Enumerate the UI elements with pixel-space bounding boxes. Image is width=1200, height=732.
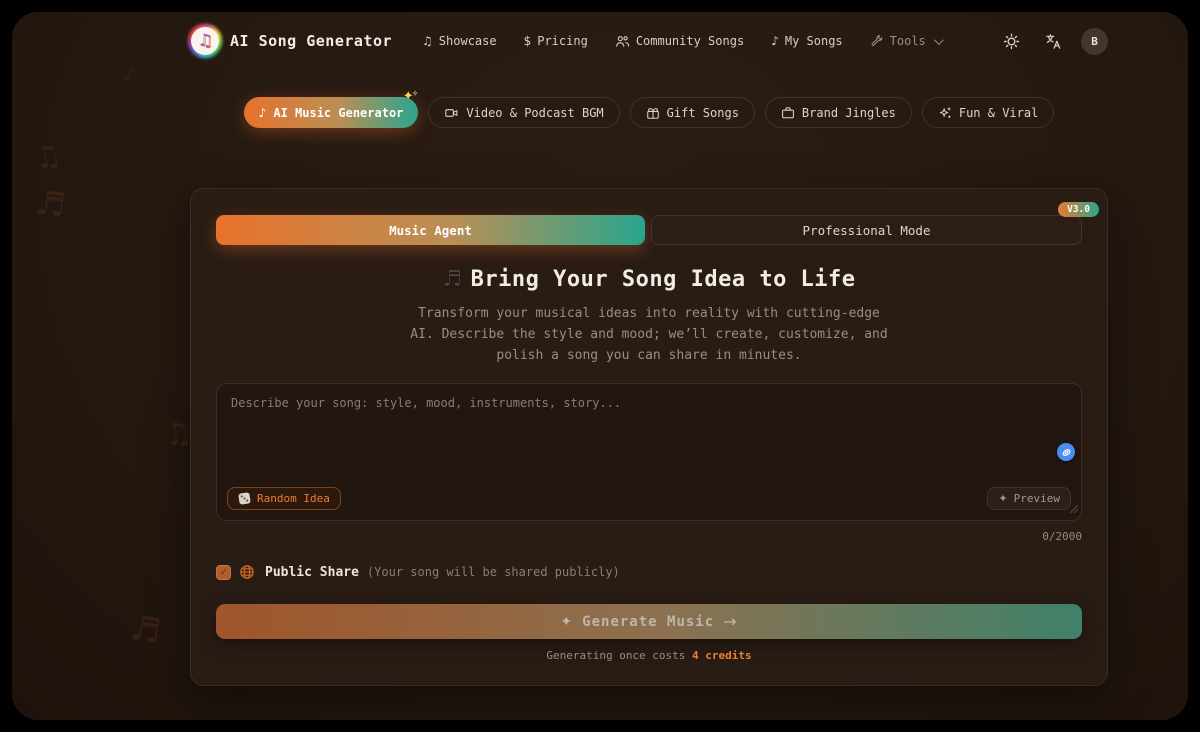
tab-ai-music-generator[interactable]: ♪ AI Music Generator ✦	[243, 89, 419, 128]
mode-button-music-agent[interactable]: Music Agent	[216, 215, 645, 245]
video-camera-icon	[444, 106, 459, 120]
music-note-icon: ♬	[442, 267, 463, 292]
nav-label: Community Songs	[635, 34, 745, 48]
sparkles-icon	[938, 106, 952, 120]
tab-brand-jingles[interactable]: Brand Jingles	[764, 97, 912, 128]
tab-gift-songs[interactable]: Gift Songs	[629, 97, 755, 128]
tab-label: AI Music Generator	[273, 105, 404, 120]
mode-toggle: Music Agent Professional Mode	[216, 215, 1082, 245]
sparkles-icon: ✦	[560, 613, 574, 630]
category-tabs: ♪ AI Music Generator ✦ Video & Podcast B…	[190, 89, 1108, 128]
generator-card: V3.0 Music Agent Professional Mode ♬ Brin…	[190, 188, 1108, 686]
mode-button-professional[interactable]: Professional Mode	[651, 215, 1082, 245]
music-note-icon: ♪	[771, 34, 779, 48]
nav-label: Showcase	[438, 34, 497, 48]
users-icon	[615, 34, 630, 49]
preview-label: Preview	[1013, 492, 1060, 505]
decor-music-note: ♫	[30, 137, 65, 178]
credits-note: Generating once costs 4 credits	[546, 649, 752, 662]
tab-fun-and-viral[interactable]: Fun & Viral	[921, 97, 1055, 128]
wrench-icon	[870, 34, 884, 48]
decor-music-note: ♬	[126, 607, 164, 653]
app-logo-icon: ♫	[188, 24, 222, 58]
song-prompt-container: Random Idea ✦ Preview	[216, 383, 1082, 521]
sparkle-icon: ✦	[998, 492, 1008, 505]
public-share-checkbox[interactable]: ✓	[216, 564, 231, 580]
public-share-label: Public Share	[265, 564, 359, 580]
nav-item-my-songs[interactable]: ♪ My Songs	[771, 34, 842, 48]
music-note-icon: ♪	[258, 105, 267, 120]
theme-toggle-button[interactable]	[997, 27, 1025, 55]
language-switch-button[interactable]	[1039, 27, 1067, 55]
nav-label: My Songs	[784, 34, 843, 48]
chevron-down-icon	[933, 34, 944, 45]
briefcase-icon	[781, 106, 795, 120]
description-text: Transform your musical ideas into realit…	[410, 306, 888, 363]
nav-item-showcase[interactable]: ♫ Showcase	[422, 34, 497, 48]
page-title: ♬ Bring Your Song Idea to Life	[442, 267, 856, 292]
nav-label: Tools	[889, 34, 926, 48]
public-share-row[interactable]: ✓ Public Share (Your song will be shared…	[216, 564, 1082, 580]
globe-icon	[240, 565, 254, 579]
decor-music-note: ♪	[121, 62, 138, 87]
app-window: ♪ ♫ ♬ ♫ ♬ ♫ AI Song Generator ♫ Showcase…	[12, 12, 1188, 720]
link-icon	[1062, 448, 1070, 456]
browser-extension-badge[interactable]	[1057, 443, 1075, 461]
decor-music-note: ♬	[33, 182, 69, 225]
topbar-actions: B	[997, 27, 1108, 55]
arrow-right-icon: →	[723, 612, 738, 631]
dollar-icon: $	[523, 34, 532, 48]
tab-label: Gift Songs	[666, 105, 739, 120]
dice-icon	[238, 492, 251, 505]
random-idea-button[interactable]: Random Idea	[227, 487, 341, 510]
logo-music-note: ♫	[191, 27, 219, 55]
song-description-input[interactable]	[217, 384, 1081, 520]
nav-item-pricing[interactable]: $ Pricing	[524, 34, 588, 48]
tab-video-podcast-bgm[interactable]: Video & Podcast BGM	[428, 97, 620, 128]
beamed-notes-icon: ♫	[422, 34, 433, 48]
nav-item-community-songs[interactable]: Community Songs	[615, 34, 744, 49]
user-avatar[interactable]: B	[1081, 27, 1108, 55]
sun-icon	[1003, 33, 1019, 49]
gift-icon	[646, 106, 660, 120]
top-navigation-bar: ♫ AI Song Generator ♫ Showcase $ Pricing	[188, 22, 1108, 60]
credits-cost: 4 credits	[692, 649, 752, 662]
translate-icon	[1045, 33, 1060, 49]
brand-home-link[interactable]: ♫ AI Song Generator	[188, 24, 393, 58]
nav-label: Pricing	[537, 34, 588, 48]
app-title: AI Song Generator	[230, 32, 393, 50]
version-badge: V3.0	[1058, 202, 1099, 217]
random-idea-label: Random Idea	[257, 492, 330, 505]
main-nav: ♫ Showcase $ Pricing Community Songs ♪ M…	[422, 34, 944, 49]
tab-label: Video & Podcast BGM	[466, 105, 604, 120]
tab-label: Fun & Viral	[958, 105, 1039, 120]
generate-music-label: Generate Music	[582, 613, 715, 630]
preview-button[interactable]: ✦ Preview	[987, 487, 1071, 510]
sparkle-icon: ✦	[403, 89, 421, 104]
generate-music-button[interactable]: ✦ Generate Music →	[216, 604, 1082, 639]
nav-item-tools[interactable]: Tools	[870, 34, 944, 48]
textarea-resize-handle[interactable]	[1069, 499, 1079, 518]
public-share-hint: (Your song will be shared publicly)	[366, 565, 620, 579]
character-counter: 0/2000	[1042, 530, 1082, 543]
tab-label: Brand Jingles	[801, 105, 896, 120]
